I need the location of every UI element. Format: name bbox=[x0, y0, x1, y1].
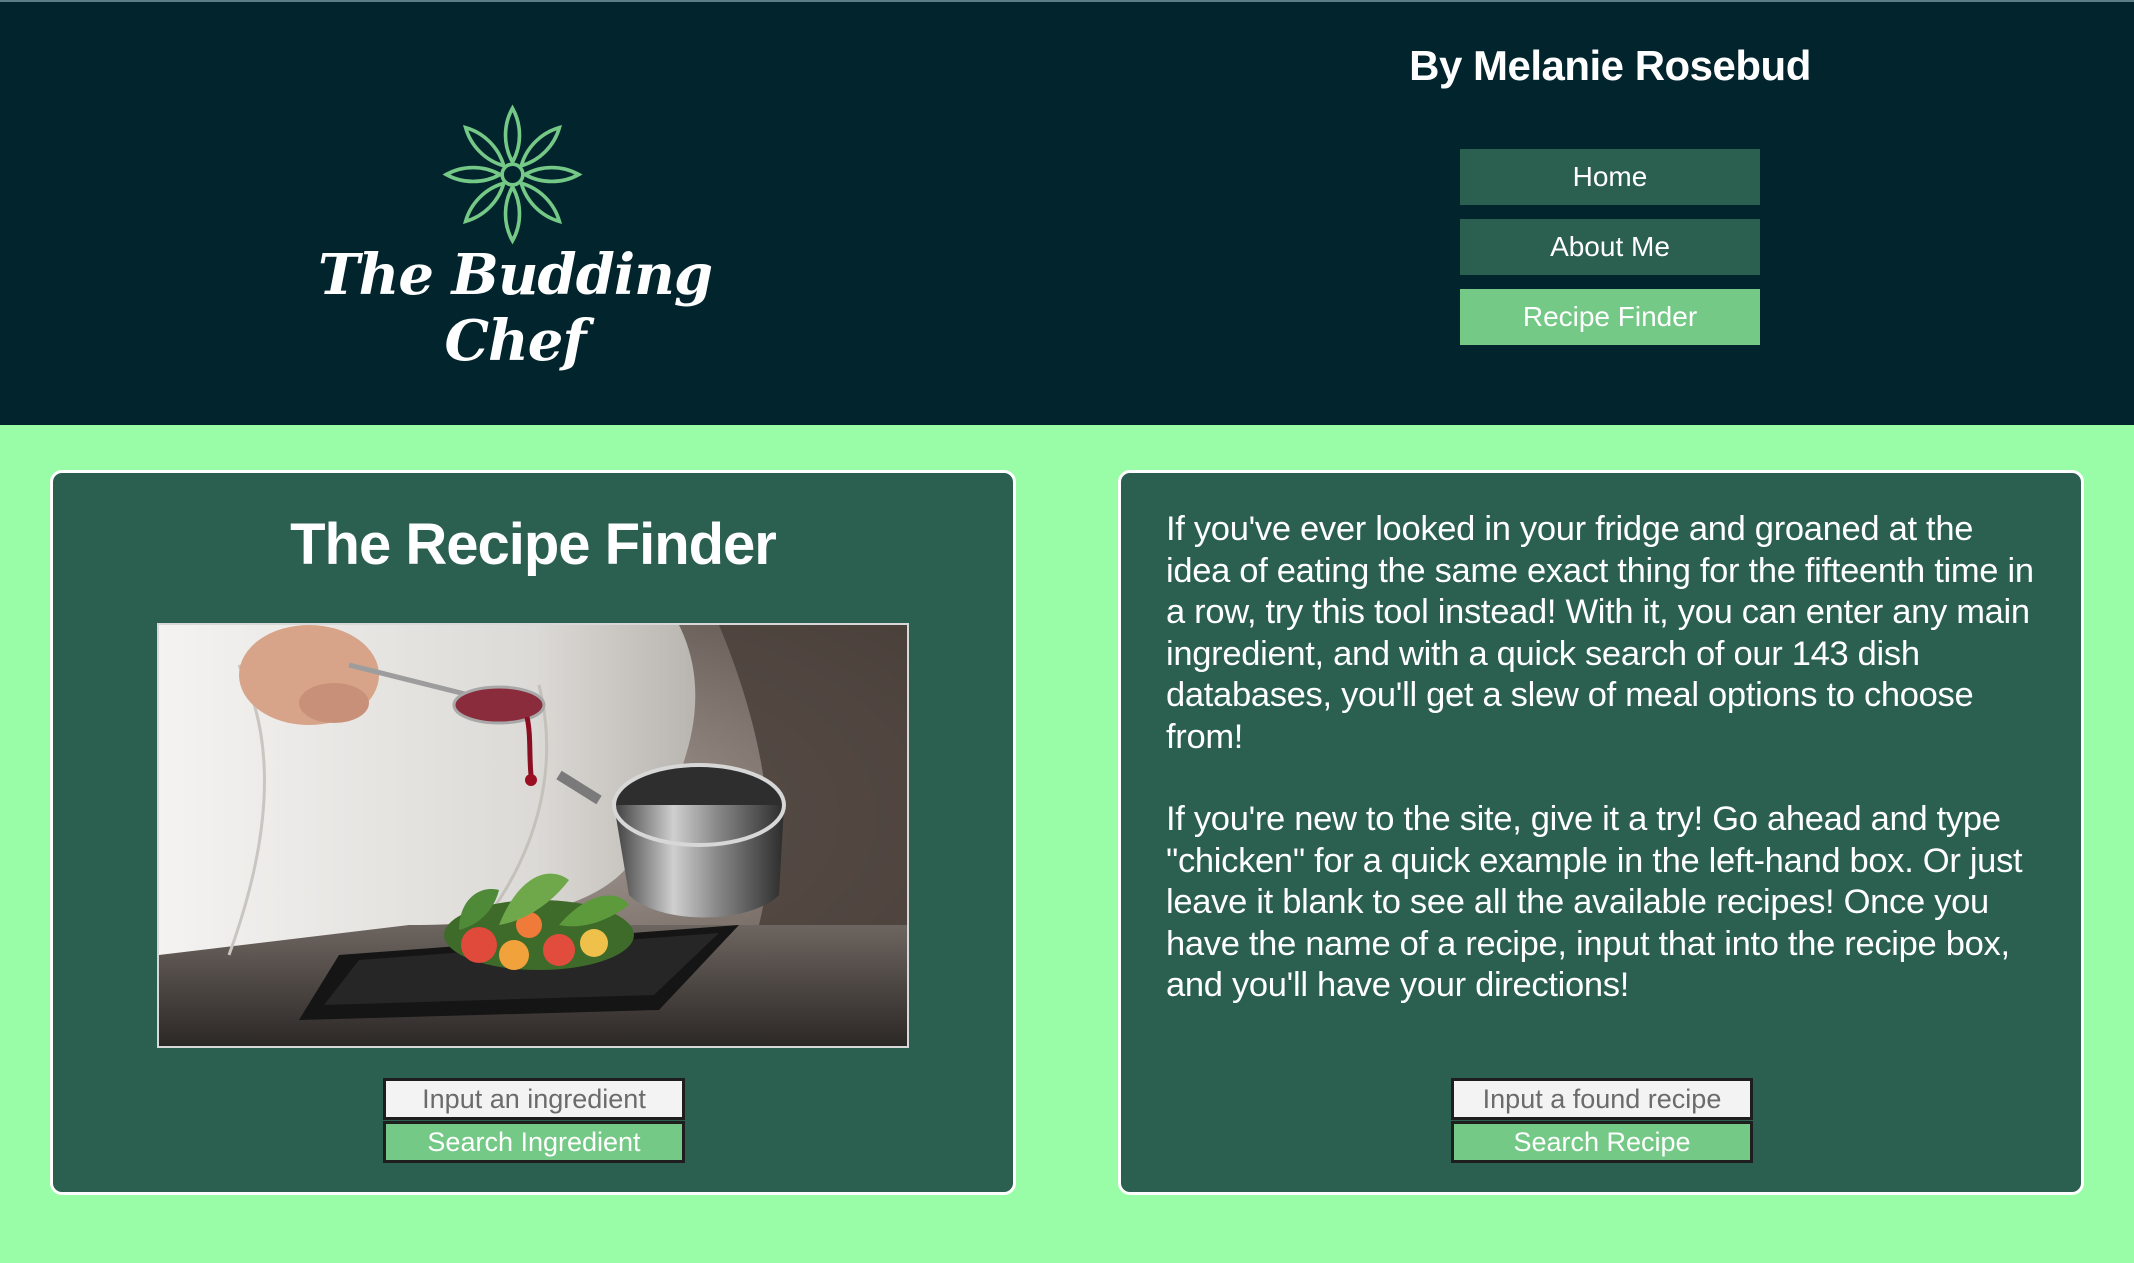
recipe-finder-panel: The Recipe Finder Input an ingredient Se… bbox=[50, 470, 1016, 1195]
panel-title: The Recipe Finder bbox=[290, 512, 777, 577]
search-recipe-button[interactable]: Search Recipe bbox=[1451, 1121, 1753, 1163]
logo-text: The Budding Chef bbox=[317, 242, 713, 374]
ingredient-input[interactable] bbox=[383, 1078, 685, 1120]
nav-recipe-finder-button[interactable]: Recipe Finder bbox=[1460, 289, 1760, 345]
description: If you've ever looked in your fridge and… bbox=[1166, 509, 2046, 1048]
site-header: The Budding Chef By Melanie Rosebud Home… bbox=[0, 0, 2134, 425]
search-ingredient-button[interactable]: Search Ingredient bbox=[383, 1121, 685, 1163]
recipe-info-panel: If you've ever looked in your fridge and… bbox=[1118, 470, 2084, 1195]
nav-about-button[interactable]: About Me bbox=[1460, 219, 1760, 275]
description-paragraph: If you're new to the site, give it a try… bbox=[1166, 800, 2023, 1004]
nav-home-button[interactable]: Home bbox=[1460, 149, 1760, 205]
chef-photo bbox=[157, 623, 909, 1048]
site-logo[interactable]: The Budding Chef bbox=[300, 92, 730, 374]
author-byline: By Melanie Rosebud bbox=[1409, 42, 1811, 89]
description-paragraph: If you've ever looked in your fridge and… bbox=[1166, 510, 2034, 756]
recipe-input[interactable] bbox=[1451, 1078, 1753, 1120]
flower-icon bbox=[444, 104, 581, 243]
main-nav: Home About Me Recipe Finder bbox=[1460, 149, 1760, 359]
